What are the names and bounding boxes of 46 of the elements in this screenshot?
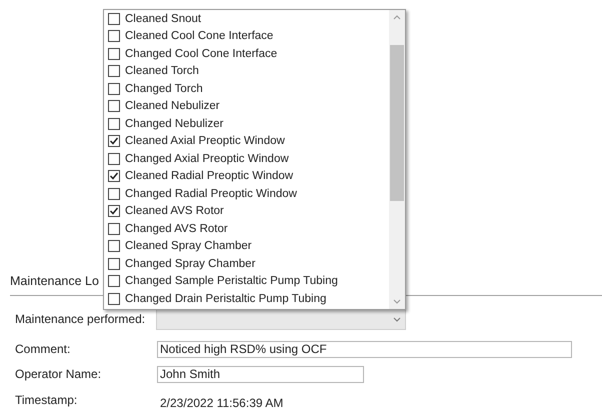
checkbox[interactable] [108,100,120,112]
field-label: Operator Name: [15,366,102,383]
checkbox[interactable] [108,222,120,235]
option-item[interactable]: Cleaned Nebulizer [108,98,389,115]
scrollbar-thumb[interactable] [390,45,404,201]
chevron-down-icon [393,316,401,322]
option-item[interactable]: Changed Cool Cone Interface [108,45,389,62]
option-item[interactable]: Cleaned Spray Chamber [108,238,389,255]
checkbox[interactable] [108,30,120,42]
checkbox[interactable] [108,135,120,148]
section-title: Maintenance Lo [10,273,99,289]
checkbox[interactable] [108,118,120,130]
option-item[interactable]: Changed Nebulizer [108,115,389,132]
checkbox[interactable] [108,258,120,270]
maintenance-dropdown[interactable] [156,308,406,330]
option-item[interactable]: Cleaned Radial Preoptic Window [108,168,389,185]
option-item[interactable]: Changed Drain Peristaltic Pump Tubing [108,290,389,308]
operator-name-field[interactable]: John Smith [157,366,364,382]
option-item[interactable]: Changed Sample Peristaltic Pump Tubing [108,272,389,290]
field-label: Comment: [15,341,72,358]
timestamp-value: 2/23/2022 11:56:39 AM [160,394,284,408]
option-item[interactable]: Changed Torch [108,80,389,98]
checkbox[interactable] [108,12,120,25]
option-item[interactable]: Changed Axial Preoptic Window [108,150,389,168]
option-item[interactable]: Cleaned Cool Cone Interface [108,28,389,45]
comment-field[interactable]: Noticed high RSD% using OCF [157,340,572,358]
checkbox[interactable] [108,82,120,95]
checkbox[interactable] [108,152,120,165]
checkbox[interactable] [108,65,120,78]
checkbox[interactable] [108,240,120,252]
checkbox[interactable] [108,275,120,288]
option-item[interactable]: Changed Spray Chamber [108,255,389,272]
checkbox[interactable] [108,170,120,182]
option-item[interactable]: Cleaned Torch [108,62,389,80]
field-label: Timestamp: [15,392,78,408]
checkbox[interactable] [108,292,120,305]
option-item[interactable]: Changed AVS Rotor [108,220,389,238]
scrollbar[interactable] [389,10,405,309]
option-item[interactable]: Cleaned Axial Preoptic Window [108,132,389,150]
option-item[interactable]: Changed Radial Preoptic Window [108,185,389,202]
option-item[interactable]: Cleaned AVS Rotor [108,202,389,220]
option-item[interactable]: Cleaned Snout [108,10,389,28]
field-label: Maintenance performed: [15,311,146,328]
checkbox[interactable] [108,205,120,218]
checkbox[interactable] [108,188,120,200]
checkbox[interactable] [108,48,120,60]
